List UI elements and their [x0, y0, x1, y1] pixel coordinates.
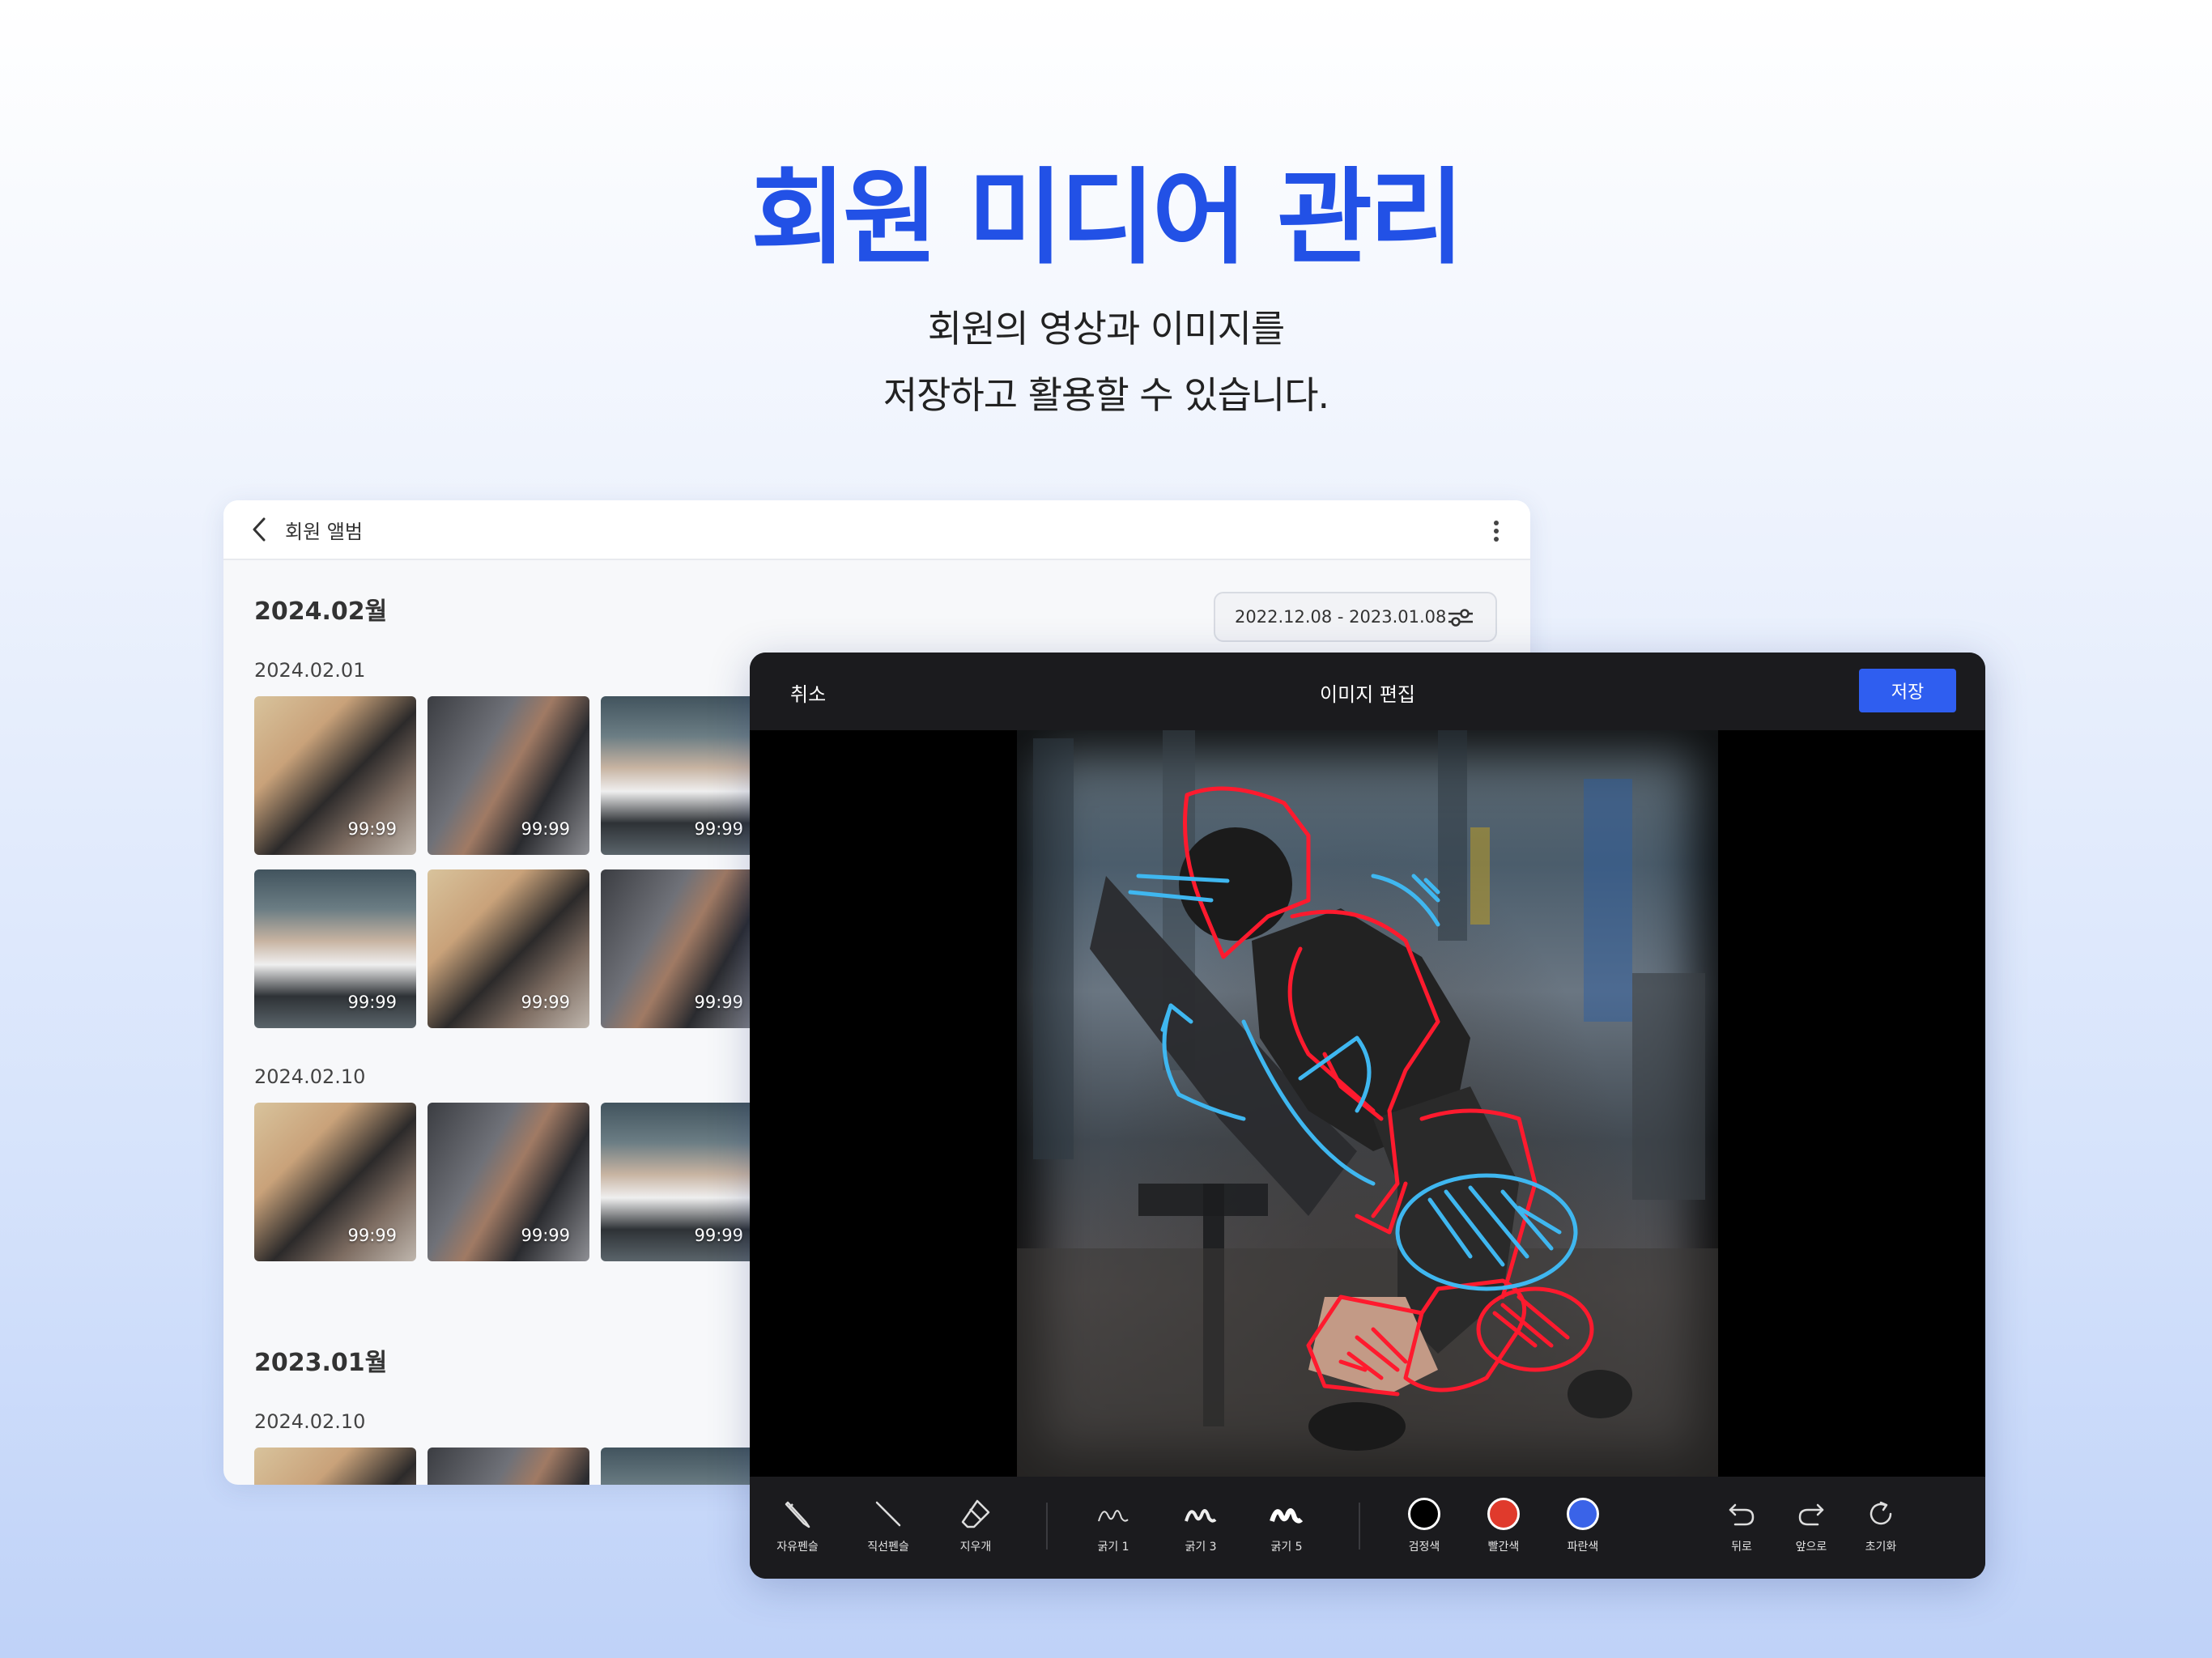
editor-header: 취소 이미지 편집 저장	[750, 653, 1985, 730]
media-duration: 99:99	[347, 819, 397, 839]
tool-free-pencil[interactable]: 자유펜슬	[761, 1494, 834, 1567]
tool-label: 지우개	[959, 1541, 992, 1554]
media-thumbnail[interactable]	[601, 1448, 763, 1485]
media-thumbnail[interactable]	[254, 1448, 416, 1485]
stroke-weight-3[interactable]: 굵기 3	[1164, 1494, 1237, 1567]
edited-photo[interactable]	[1017, 730, 1718, 1477]
album-title: 회원 앨범	[285, 520, 363, 543]
reset-icon	[1844, 1494, 1917, 1533]
color-label: 빨간색	[1487, 1541, 1520, 1554]
tool-label: 자유펜슬	[776, 1541, 819, 1554]
color-swatch	[1487, 1498, 1520, 1530]
line-icon	[852, 1494, 925, 1533]
stroke-thick-icon	[1250, 1494, 1323, 1533]
media-thumbnail[interactable]	[428, 1448, 589, 1485]
toolbar-divider	[1046, 1503, 1048, 1550]
media-duration: 99:99	[347, 1226, 397, 1245]
day-title: 2024.02.10	[254, 1410, 366, 1433]
action-label: 초기화	[1865, 1541, 1897, 1554]
color-label: 파란색	[1567, 1541, 1599, 1554]
editor-toolbar: 자유펜슬 직선펜슬 지우개 굵기 1 굵기 3 굵기 5 검정색 빨간색 파란색…	[750, 1477, 1985, 1579]
stroke-label: 굵기 5	[1270, 1541, 1303, 1554]
month-title: 2024.02월	[254, 597, 388, 626]
stroke-weight-1[interactable]: 굵기 1	[1077, 1494, 1150, 1567]
stroke-weight-5[interactable]: 굵기 5	[1250, 1494, 1323, 1567]
stroke-medium-icon	[1164, 1494, 1237, 1533]
tool-label: 직선펜슬	[867, 1541, 909, 1554]
album-header: 회원 앨범	[223, 500, 1530, 560]
media-thumbnail[interactable]: 99:99	[254, 1103, 416, 1261]
media-duration: 99:99	[521, 993, 570, 1012]
pencil-icon	[761, 1494, 834, 1533]
action-label: 뒤로	[1731, 1541, 1752, 1554]
media-duration: 99:99	[694, 819, 743, 839]
color-black[interactable]: 검정색	[1388, 1494, 1461, 1567]
media-duration: 99:99	[694, 993, 743, 1012]
media-duration: 99:99	[521, 1226, 570, 1245]
media-thumbnail[interactable]: 99:99	[601, 1103, 763, 1261]
stroke-label: 굵기 1	[1097, 1541, 1129, 1554]
month-title: 2023.01월	[254, 1349, 388, 1377]
filter-sliders-icon	[1447, 608, 1474, 627]
more-vertical-icon[interactable]	[1493, 520, 1499, 542]
undo-icon	[1705, 1494, 1778, 1533]
hero-title: 회원 미디어 관리	[751, 158, 1464, 278]
media-thumbnail[interactable]: 99:99	[601, 869, 763, 1028]
stroke-label: 굵기 3	[1185, 1541, 1217, 1554]
editor-title: 이미지 편집	[1319, 683, 1416, 706]
hero-subtitle-line2: 저장하고 활용할 수 있습니다.	[883, 373, 1329, 417]
back-chevron-icon[interactable]	[249, 513, 274, 546]
day-title: 2024.02.10	[254, 1065, 366, 1088]
image-editor-panel: 취소 이미지 편집 저장 자유펜슬 직선펜슬 지우개 굵기 1 굵기 3 굵기 …	[750, 653, 1985, 1579]
media-thumbnail[interactable]: 99:99	[428, 1103, 589, 1261]
day-title: 2024.02.01	[254, 659, 366, 682]
toolbar-divider	[1359, 1503, 1360, 1550]
save-button[interactable]: 저장	[1859, 669, 1956, 712]
eraser-icon	[939, 1494, 1012, 1533]
color-blue[interactable]: 파란색	[1546, 1494, 1619, 1567]
drawing-canvas[interactable]	[750, 730, 1985, 1477]
media-duration: 99:99	[521, 819, 570, 839]
date-range-label: 2022.12.08 - 2023.01.08	[1235, 607, 1447, 627]
media-thumbnail[interactable]: 99:99	[254, 869, 416, 1028]
date-range-filter-button[interactable]: 2022.12.08 - 2023.01.08	[1214, 592, 1497, 642]
media-duration: 99:99	[694, 1226, 743, 1245]
tool-line-pencil[interactable]: 직선펜슬	[852, 1494, 925, 1567]
reset-button[interactable]: 초기화	[1844, 1494, 1917, 1567]
redo-button[interactable]: 앞으로	[1775, 1494, 1848, 1567]
undo-button[interactable]: 뒤로	[1705, 1494, 1778, 1567]
stroke-thin-icon	[1077, 1494, 1150, 1533]
media-thumbnail[interactable]: 99:99	[254, 696, 416, 855]
redo-icon	[1775, 1494, 1848, 1533]
action-label: 앞으로	[1795, 1541, 1827, 1554]
color-swatch	[1408, 1498, 1440, 1530]
media-thumbnail[interactable]: 99:99	[428, 696, 589, 855]
hero-subtitle-line1: 회원의 영상과 이미지를	[927, 307, 1285, 351]
tool-eraser[interactable]: 지우개	[939, 1494, 1012, 1567]
media-duration: 99:99	[347, 993, 397, 1012]
color-red[interactable]: 빨간색	[1467, 1494, 1540, 1567]
media-thumbnail[interactable]: 99:99	[428, 869, 589, 1028]
media-thumbnail[interactable]: 99:99	[601, 696, 763, 855]
color-label: 검정색	[1408, 1541, 1440, 1554]
color-swatch	[1567, 1498, 1599, 1530]
